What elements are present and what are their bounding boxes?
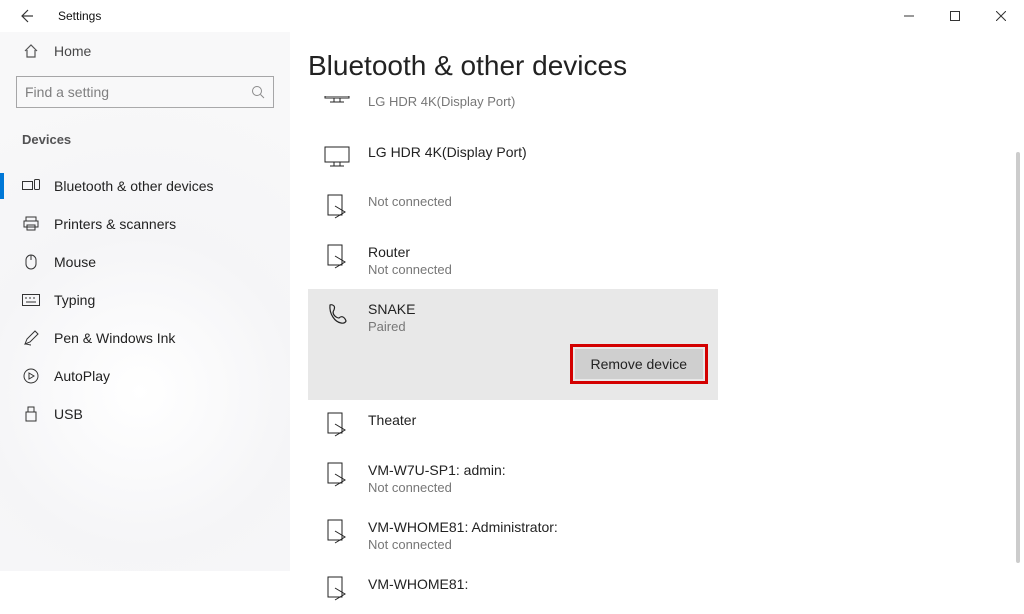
nav-label: Printers & scanners: [54, 216, 176, 232]
pen-icon: [22, 329, 40, 347]
window-title: Settings: [58, 9, 101, 23]
titlebar-left: Settings: [18, 8, 101, 24]
sidebar: Home Find a setting Devices Bluetooth & …: [0, 32, 290, 571]
device-row[interactable]: VM-W7U-SP1: admin: Not connected: [308, 450, 1024, 507]
device-row[interactable]: Not connected: [308, 182, 1024, 232]
minimize-button[interactable]: [886, 0, 932, 32]
device-status: Paired: [368, 319, 415, 334]
device-label: LG HDR 4K(Display Port): [368, 94, 515, 109]
device-text: Not connected: [368, 194, 452, 209]
page-heading: Bluetooth & other devices: [308, 50, 1024, 82]
mouse-icon: [22, 253, 40, 271]
device-row[interactable]: LG HDR 4K(Display Port): [308, 94, 1024, 132]
device-text: Router Not connected: [368, 244, 452, 277]
close-button[interactable]: [978, 0, 1024, 32]
keyboard-icon: [22, 291, 40, 309]
device-label: Theater: [368, 412, 416, 428]
back-button[interactable]: [18, 8, 34, 24]
nav-bluetooth[interactable]: Bluetooth & other devices: [16, 167, 274, 205]
nav: Bluetooth & other devices Printers & sca…: [16, 167, 274, 433]
nav-mouse[interactable]: Mouse: [16, 243, 274, 281]
device-row[interactable]: Router Not connected: [308, 232, 1024, 289]
home-label: Home: [54, 43, 91, 59]
device-label: SNAKE: [368, 301, 415, 317]
nav-label: Typing: [54, 292, 95, 308]
device-text: Theater: [368, 412, 416, 428]
window-controls: [886, 0, 1024, 32]
printer-icon: [22, 215, 40, 233]
device-row[interactable]: LG HDR 4K(Display Port): [308, 132, 1024, 182]
autoplay-icon: [22, 367, 40, 385]
device-row-selected[interactable]: SNAKE Paired Remove device: [308, 289, 718, 400]
device-row[interactable]: Theater: [308, 400, 1024, 450]
device-label: VM-WHOME81: Administrator:: [368, 519, 558, 535]
device-status: Not connected: [368, 262, 452, 277]
usb-icon: [22, 405, 40, 423]
nav-label: Mouse: [54, 254, 96, 270]
nav-autoplay[interactable]: AutoPlay: [16, 357, 274, 395]
screen-cast-icon: [324, 576, 350, 602]
device-text: LG HDR 4K(Display Port): [368, 94, 515, 109]
highlight-box: Remove device: [570, 344, 709, 384]
phone-icon: [324, 301, 350, 327]
search-icon: [251, 85, 265, 99]
device-text: VM-WHOME81: Administrator: Not connected: [368, 519, 558, 552]
screen-cast-icon: [324, 462, 350, 488]
device-text: VM-W7U-SP1: admin: Not connected: [368, 462, 506, 495]
monitor-icon: [324, 144, 350, 170]
home-icon: [22, 42, 40, 60]
devices-icon: [22, 177, 40, 195]
device-status: Not connected: [368, 537, 558, 552]
search-input[interactable]: Find a setting: [16, 76, 274, 108]
device-list: LG HDR 4K(Display Port) LG HDR 4K(Displa…: [308, 94, 1024, 614]
screen-cast-icon: [324, 194, 350, 220]
main: Bluetooth & other devices LG HDR 4K(Disp…: [290, 32, 1024, 571]
device-label: Router: [368, 244, 452, 260]
monitor-icon: [324, 94, 350, 120]
search-placeholder: Find a setting: [25, 84, 109, 100]
scrollbar[interactable]: [1016, 152, 1020, 563]
device-status: Not connected: [368, 194, 452, 209]
device-label: LG HDR 4K(Display Port): [368, 144, 527, 160]
nav-label: USB: [54, 406, 83, 422]
device-text: VM-WHOME81:: [368, 576, 468, 592]
nav-label: Bluetooth & other devices: [54, 178, 214, 194]
nav-printers[interactable]: Printers & scanners: [16, 205, 274, 243]
titlebar: Settings: [0, 0, 1024, 32]
device-status: Not connected: [368, 480, 506, 495]
screen-cast-icon: [324, 519, 350, 545]
remove-row: Remove device: [324, 334, 718, 388]
device-label: VM-W7U-SP1: admin:: [368, 462, 506, 478]
content: Home Find a setting Devices Bluetooth & …: [0, 32, 1024, 571]
device-row[interactable]: VM-WHOME81: Administrator: Not connected: [308, 507, 1024, 564]
screen-cast-icon: [324, 244, 350, 270]
maximize-button[interactable]: [932, 0, 978, 32]
device-row[interactable]: VM-WHOME81:: [308, 564, 1024, 614]
device-label: VM-WHOME81:: [368, 576, 468, 592]
nav-typing[interactable]: Typing: [16, 281, 274, 319]
nav-label: Pen & Windows Ink: [54, 330, 175, 346]
device-text: LG HDR 4K(Display Port): [368, 144, 527, 160]
nav-label: AutoPlay: [54, 368, 110, 384]
nav-usb[interactable]: USB: [16, 395, 274, 433]
screen-cast-icon: [324, 412, 350, 438]
home-link[interactable]: Home: [16, 32, 274, 70]
device-text: SNAKE Paired: [368, 301, 415, 334]
nav-pen[interactable]: Pen & Windows Ink: [16, 319, 274, 357]
section-label: Devices: [16, 132, 274, 147]
remove-device-button[interactable]: Remove device: [575, 349, 704, 379]
